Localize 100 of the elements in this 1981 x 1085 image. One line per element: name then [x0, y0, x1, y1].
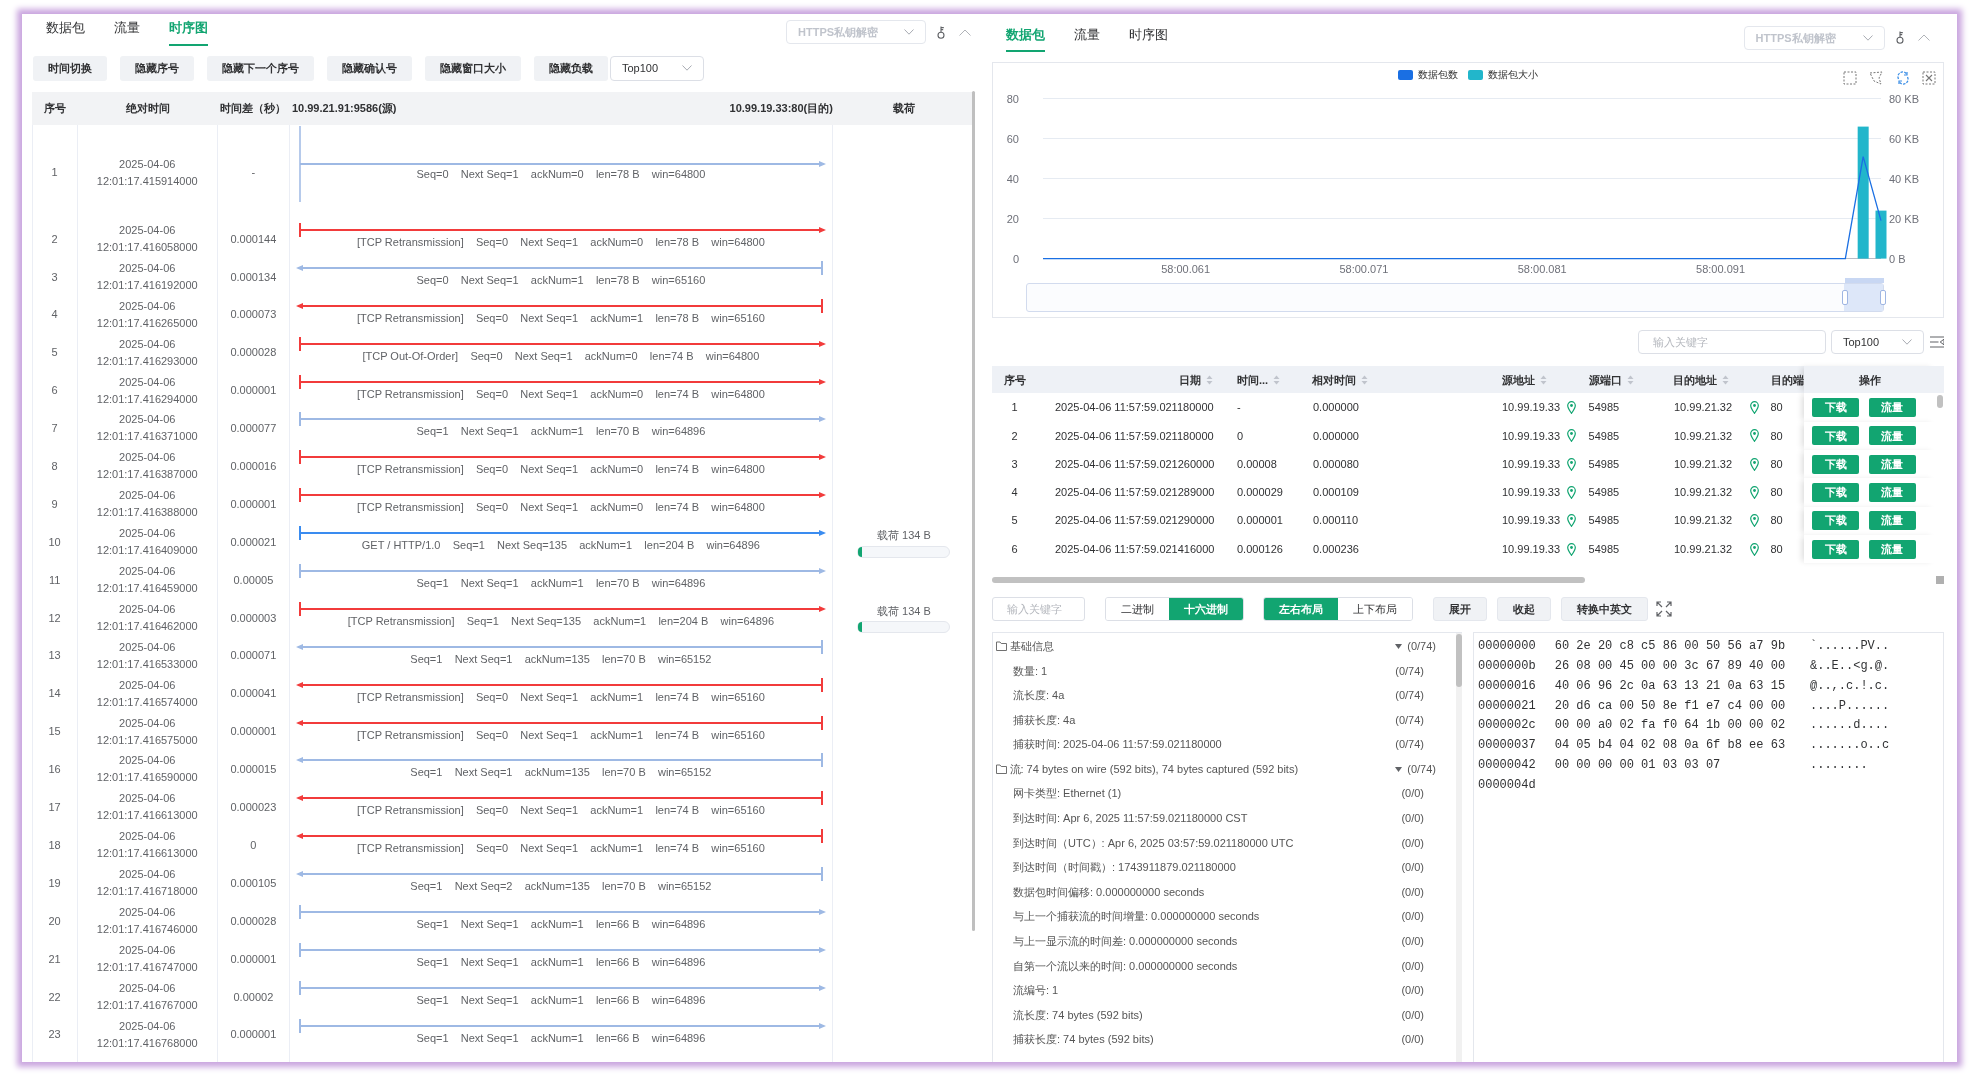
tree-item[interactable]: 流: 74 bytes on wire (592 bits), 74 bytes captured (592 bits) [1009, 760, 1299, 778]
location-pin-icon[interactable] [1567, 401, 1576, 415]
axis-label: 80 [1006, 92, 1019, 105]
table-cell-text: 0.000029 [1237, 485, 1283, 501]
tree-item[interactable]: 流长度: 74 bytes (592 bits) [1013, 1006, 1143, 1024]
table-cell-text: 10.99.21.32 [1674, 485, 1733, 501]
dashed-polygon-icon[interactable] [1869, 70, 1883, 85]
tab[interactable]: 流量 [114, 14, 140, 46]
sort-icon[interactable] [1626, 374, 1634, 385]
tree-item[interactable]: 到达时间（时间戳）: 1743911879.021180000 [1013, 859, 1236, 876]
scrollbar-thumb[interactable] [972, 91, 975, 931]
toolbar-button[interactable]: 隐藏负载 [534, 55, 608, 81]
tree-item[interactable]: 与上一个捕获流的时间增量: 0.000000000 seconds [1013, 908, 1260, 925]
tree-item[interactable]: 捕获时间: 2025-04-06 11:57:59.021180000 [1013, 736, 1222, 753]
list-collapse-icon[interactable] [1930, 336, 1944, 348]
tree-item[interactable]: 到达时间（UTC）: Apr 6, 2025 03:57:59.021180000 UTC [1013, 834, 1294, 852]
row-number: 11 [48, 572, 61, 588]
row-number: 17 [48, 800, 61, 816]
tree-item[interactable]: 数量: 1 [1013, 662, 1048, 679]
location-pin-icon[interactable] [1750, 457, 1759, 471]
scrollbar-thumb[interactable] [1456, 634, 1462, 688]
location-pin-icon[interactable] [1750, 542, 1759, 556]
toolbar-button[interactable]: 隐藏下一个序号 [207, 55, 314, 81]
timestamp: 2025-04-06 12:01:17.415914000 [95, 156, 199, 189]
sort-icon[interactable] [1722, 374, 1729, 385]
column-header[interactable]: 相对时间 [1312, 371, 1356, 389]
tree-item[interactable]: 流长度: 4a [1013, 687, 1065, 704]
search-field[interactable]: 输入关键字 [1638, 330, 1826, 354]
sort-icon[interactable] [1361, 374, 1368, 385]
toolbar-button[interactable]: 隐藏窗口大小 [425, 55, 521, 81]
chevron-up-icon[interactable] [1917, 34, 1930, 42]
location-pin-icon[interactable] [1567, 514, 1576, 528]
toolbar-button[interactable]: 隐藏序号 [120, 55, 194, 81]
tree-item[interactable]: 数据包时间偏移: 0.000000000 seconds [1013, 883, 1205, 901]
chevron-up-icon[interactable] [959, 28, 971, 36]
toolbar-button[interactable]: 转换中英文 [1561, 596, 1648, 622]
location-pin-icon[interactable] [1567, 542, 1576, 556]
tree-item[interactable]: 与上一显示流的时间差: 0.000000000 seconds [1013, 933, 1238, 950]
toolbar-button[interactable]: 时间切换 [33, 55, 107, 81]
top-select[interactable]: Top100 [610, 55, 704, 81]
slider-handle[interactable] [1879, 290, 1886, 305]
key-icon[interactable] [1895, 31, 1904, 45]
top-select[interactable]: Top100 [1831, 330, 1924, 354]
scrollbar-corner [1936, 576, 1944, 585]
slider-handle[interactable] [1841, 290, 1848, 305]
location-pin-icon[interactable] [1567, 485, 1576, 499]
message-label: GET / HTTP/1.0 Seq=1 Next Seq=135 ackNum=1 len=204 B win=64896 [361, 540, 760, 552]
tab[interactable]: 时序图 [1128, 14, 1168, 52]
location-pin-icon[interactable] [1750, 429, 1759, 443]
column-header[interactable]: 源地址 [1502, 371, 1535, 389]
refresh-icon[interactable] [1895, 70, 1910, 85]
tab[interactable]: 流量 [1073, 14, 1100, 52]
column-header[interactable]: 日期 [1179, 371, 1201, 389]
tree-item[interactable]: 自第一个流以来的时间: 0.000000000 seconds [1013, 957, 1238, 975]
sort-icon[interactable] [1273, 374, 1281, 385]
search-field[interactable]: 输入关键字 [991, 596, 1085, 622]
legend-label[interactable]: 数据包数 [1418, 67, 1458, 82]
tree-item[interactable]: 网卡类型: Ethernet (1) [1013, 785, 1122, 802]
sort-icon[interactable] [1540, 374, 1547, 385]
zoom-slider-track[interactable] [1026, 283, 1884, 312]
box-x-icon[interactable] [1922, 70, 1936, 85]
column-header[interactable]: 时间... [1237, 371, 1269, 389]
toolbar-button[interactable]: 收起 [1497, 596, 1551, 622]
column-header[interactable]: 源端口 [1588, 371, 1622, 389]
tree-item[interactable]: 捕获长度: 4a [1013, 711, 1076, 729]
table-cell-text: 2025-04-06 11:57:59.021260000 [1055, 456, 1215, 472]
toolbar-button[interactable]: 展开 [1433, 596, 1487, 622]
location-pin-icon[interactable] [1750, 514, 1759, 528]
hex-offset: 00000021 [1478, 697, 1536, 715]
tree-item[interactable]: 捕获长度: 74 bytes (592 bits) [1013, 1031, 1154, 1048]
scrollbar-thumb[interactable] [991, 577, 1585, 584]
location-pin-icon[interactable] [1567, 429, 1576, 443]
sort-icon[interactable] [1206, 374, 1213, 385]
scrollbar-thumb[interactable] [1937, 395, 1943, 409]
tree-item[interactable]: 基础信息 [1009, 637, 1054, 655]
hex-bytes: 20 d6 ca 00 50 8e f1 e7 c4 00 00 [1554, 697, 1786, 715]
legend-label[interactable]: 数据包大小 [1487, 67, 1538, 82]
time-delta: 0.000144 [230, 231, 277, 247]
table-cell-text: 10.99.21.32 [1674, 513, 1733, 529]
dashed-square-icon[interactable] [1842, 70, 1857, 85]
tab[interactable]: 数据包 [46, 14, 85, 46]
tree-item[interactable]: 流编号: 1 [1013, 982, 1059, 999]
caret-down-icon[interactable] [1394, 766, 1402, 772]
toolbar-button[interactable]: 隐藏确认号 [327, 55, 412, 81]
timestamp: 2025-04-06 12:01:17.416462000 [95, 601, 199, 634]
location-pin-icon[interactable] [1750, 485, 1759, 499]
location-pin-icon[interactable] [1750, 401, 1759, 415]
time-delta: 0.000001 [230, 1027, 277, 1043]
location-pin-icon[interactable] [1567, 457, 1576, 471]
legend-swatch-icon[interactable] [1398, 69, 1413, 80]
hex-bytes: 40 06 96 2c 0a 63 13 21 0a 63 15 [1554, 677, 1786, 695]
tree-item[interactable]: 到达时间: Apr 6, 2025 11:57:59.021180000 CST [1013, 810, 1248, 827]
table-cell-text: 3 [1011, 456, 1018, 472]
fullscreen-icon[interactable] [1656, 600, 1672, 617]
item-count: (0/74) [1407, 761, 1436, 777]
legend-swatch-icon[interactable] [1467, 69, 1483, 80]
column-header[interactable]: 目的地址 [1673, 371, 1717, 389]
key-icon[interactable] [937, 25, 945, 39]
zoom-window[interactable] [1844, 284, 1883, 311]
caret-down-icon[interactable] [1394, 643, 1402, 649]
